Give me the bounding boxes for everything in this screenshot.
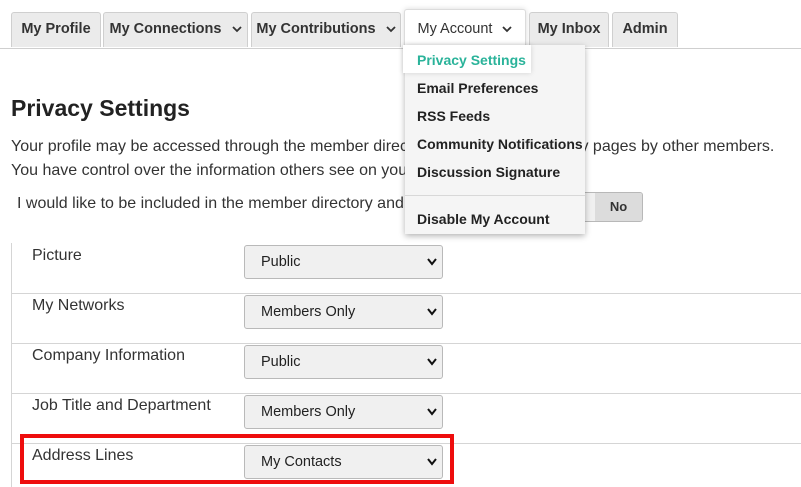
row-divider (11, 293, 801, 294)
row-divider (11, 393, 801, 394)
select-value: Members Only (261, 404, 356, 420)
chevron-down-icon (427, 258, 437, 266)
picture-visibility-select[interactable]: Public (244, 245, 443, 279)
company-information-visibility-select[interactable]: Public (244, 345, 443, 379)
field-label-company-information: Company Information (32, 347, 185, 364)
address-lines-highlight (20, 434, 454, 484)
tab-my-inbox[interactable]: My Inbox (529, 12, 609, 47)
chevron-down-icon (502, 26, 513, 32)
chevron-down-icon (385, 26, 396, 32)
tab-label: My Account (417, 21, 493, 37)
tab-my-connections[interactable]: My Connections (103, 12, 248, 47)
tab-label: Admin (622, 21, 668, 37)
menu-item-disable-my-account[interactable]: Disable My Account (417, 211, 550, 227)
menu-divider (405, 195, 585, 196)
my-networks-visibility-select[interactable]: Members Only (244, 295, 443, 329)
tab-label: My Inbox (537, 21, 601, 37)
tab-bar: My Profile My Connections My Contributio… (0, 0, 801, 49)
select-value: Public (261, 354, 301, 370)
field-label-my-networks: My Networks (32, 297, 125, 314)
rows-left-border (11, 243, 12, 487)
tab-label: My Contributions (256, 21, 376, 37)
menu-item-community-notifications[interactable]: Community Notifications (417, 136, 583, 152)
row-divider (11, 343, 801, 344)
tab-label: My Connections (109, 21, 222, 37)
field-label-job-title-department: Job Title and Department (32, 397, 211, 414)
tab-my-contributions[interactable]: My Contributions (251, 12, 401, 47)
field-label-picture: Picture (32, 247, 82, 264)
tab-my-account[interactable]: My Account (404, 9, 526, 49)
select-value: Members Only (261, 304, 356, 320)
menu-item-privacy-settings[interactable]: Privacy Settings (417, 52, 526, 68)
chevron-down-icon (427, 358, 437, 366)
chevron-down-icon (427, 308, 437, 316)
my-account-dropdown: Privacy Settings Email Preferences RSS F… (403, 45, 585, 234)
page-title: Privacy Settings (11, 95, 190, 121)
tab-label: My Profile (21, 21, 91, 37)
chevron-down-icon (427, 408, 437, 416)
page: My Profile My Connections My Contributio… (0, 0, 801, 487)
select-value: Public (261, 254, 301, 270)
job-title-visibility-select[interactable]: Members Only (244, 395, 443, 429)
menu-item-email-preferences[interactable]: Email Preferences (417, 80, 538, 96)
menu-item-rss-feeds[interactable]: RSS Feeds (417, 108, 490, 124)
menu-item-discussion-signature[interactable]: Discussion Signature (417, 164, 560, 180)
tab-admin[interactable]: Admin (612, 12, 678, 47)
chevron-down-icon (231, 26, 242, 32)
tab-my-profile[interactable]: My Profile (11, 12, 101, 47)
toggle-no-option[interactable]: No (595, 193, 642, 221)
